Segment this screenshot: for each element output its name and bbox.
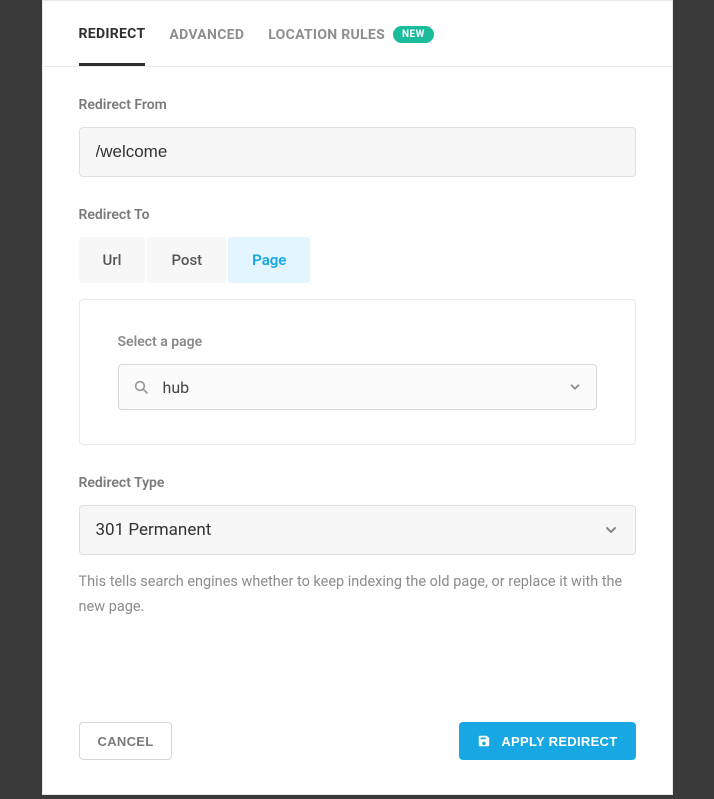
chevron-down-icon — [603, 522, 619, 538]
tab-redirect[interactable]: REDIRECT — [79, 2, 146, 66]
redirect-to-label: Redirect To — [79, 207, 636, 223]
apply-redirect-button[interactable]: APPLY REDIRECT — [459, 722, 635, 760]
tab-location-rules[interactable]: LOCATION RULES NEW — [268, 2, 434, 65]
redirect-from-label: Redirect From — [79, 97, 636, 113]
tab-advanced[interactable]: ADVANCED — [169, 3, 244, 65]
redirect-modal: REDIRECT ADVANCED LOCATION RULES NEW Red… — [42, 0, 673, 795]
redirect-to-post-tab[interactable]: Post — [147, 237, 226, 283]
chevron-down-icon — [568, 380, 582, 394]
redirect-type-select[interactable]: 301 Permanent — [79, 505, 636, 555]
redirect-from-group: Redirect From — [79, 97, 636, 177]
modal-footer: CANCEL APPLY REDIRECT — [43, 698, 672, 794]
modal-content: Redirect From Redirect To Url Post Page … — [43, 67, 672, 698]
redirect-type-help: This tells search engines whether to kee… — [79, 569, 636, 620]
redirect-to-page-tab[interactable]: Page — [228, 237, 310, 283]
tab-location-rules-label: LOCATION RULES — [268, 27, 385, 43]
page-select-value: hub — [163, 378, 568, 397]
search-icon — [133, 379, 149, 395]
redirect-to-url-tab[interactable]: Url — [79, 237, 146, 283]
redirect-to-group: Redirect To Url Post Page Select a page … — [79, 207, 636, 445]
redirect-to-tabs: Url Post Page — [79, 237, 636, 283]
cancel-button[interactable]: CANCEL — [79, 722, 173, 760]
redirect-from-input[interactable] — [79, 127, 636, 177]
apply-redirect-label: APPLY REDIRECT — [501, 734, 617, 749]
page-select-panel: Select a page hub — [79, 299, 636, 445]
redirect-type-label: Redirect Type — [79, 475, 636, 491]
save-icon — [477, 734, 491, 748]
redirect-type-group: Redirect Type 301 Permanent This tells s… — [79, 475, 636, 620]
tab-bar: REDIRECT ADVANCED LOCATION RULES NEW — [43, 1, 672, 67]
redirect-type-value: 301 Permanent — [96, 520, 603, 540]
page-select-label: Select a page — [118, 334, 597, 350]
new-badge: NEW — [393, 26, 434, 43]
page-select-dropdown[interactable]: hub — [118, 364, 597, 410]
